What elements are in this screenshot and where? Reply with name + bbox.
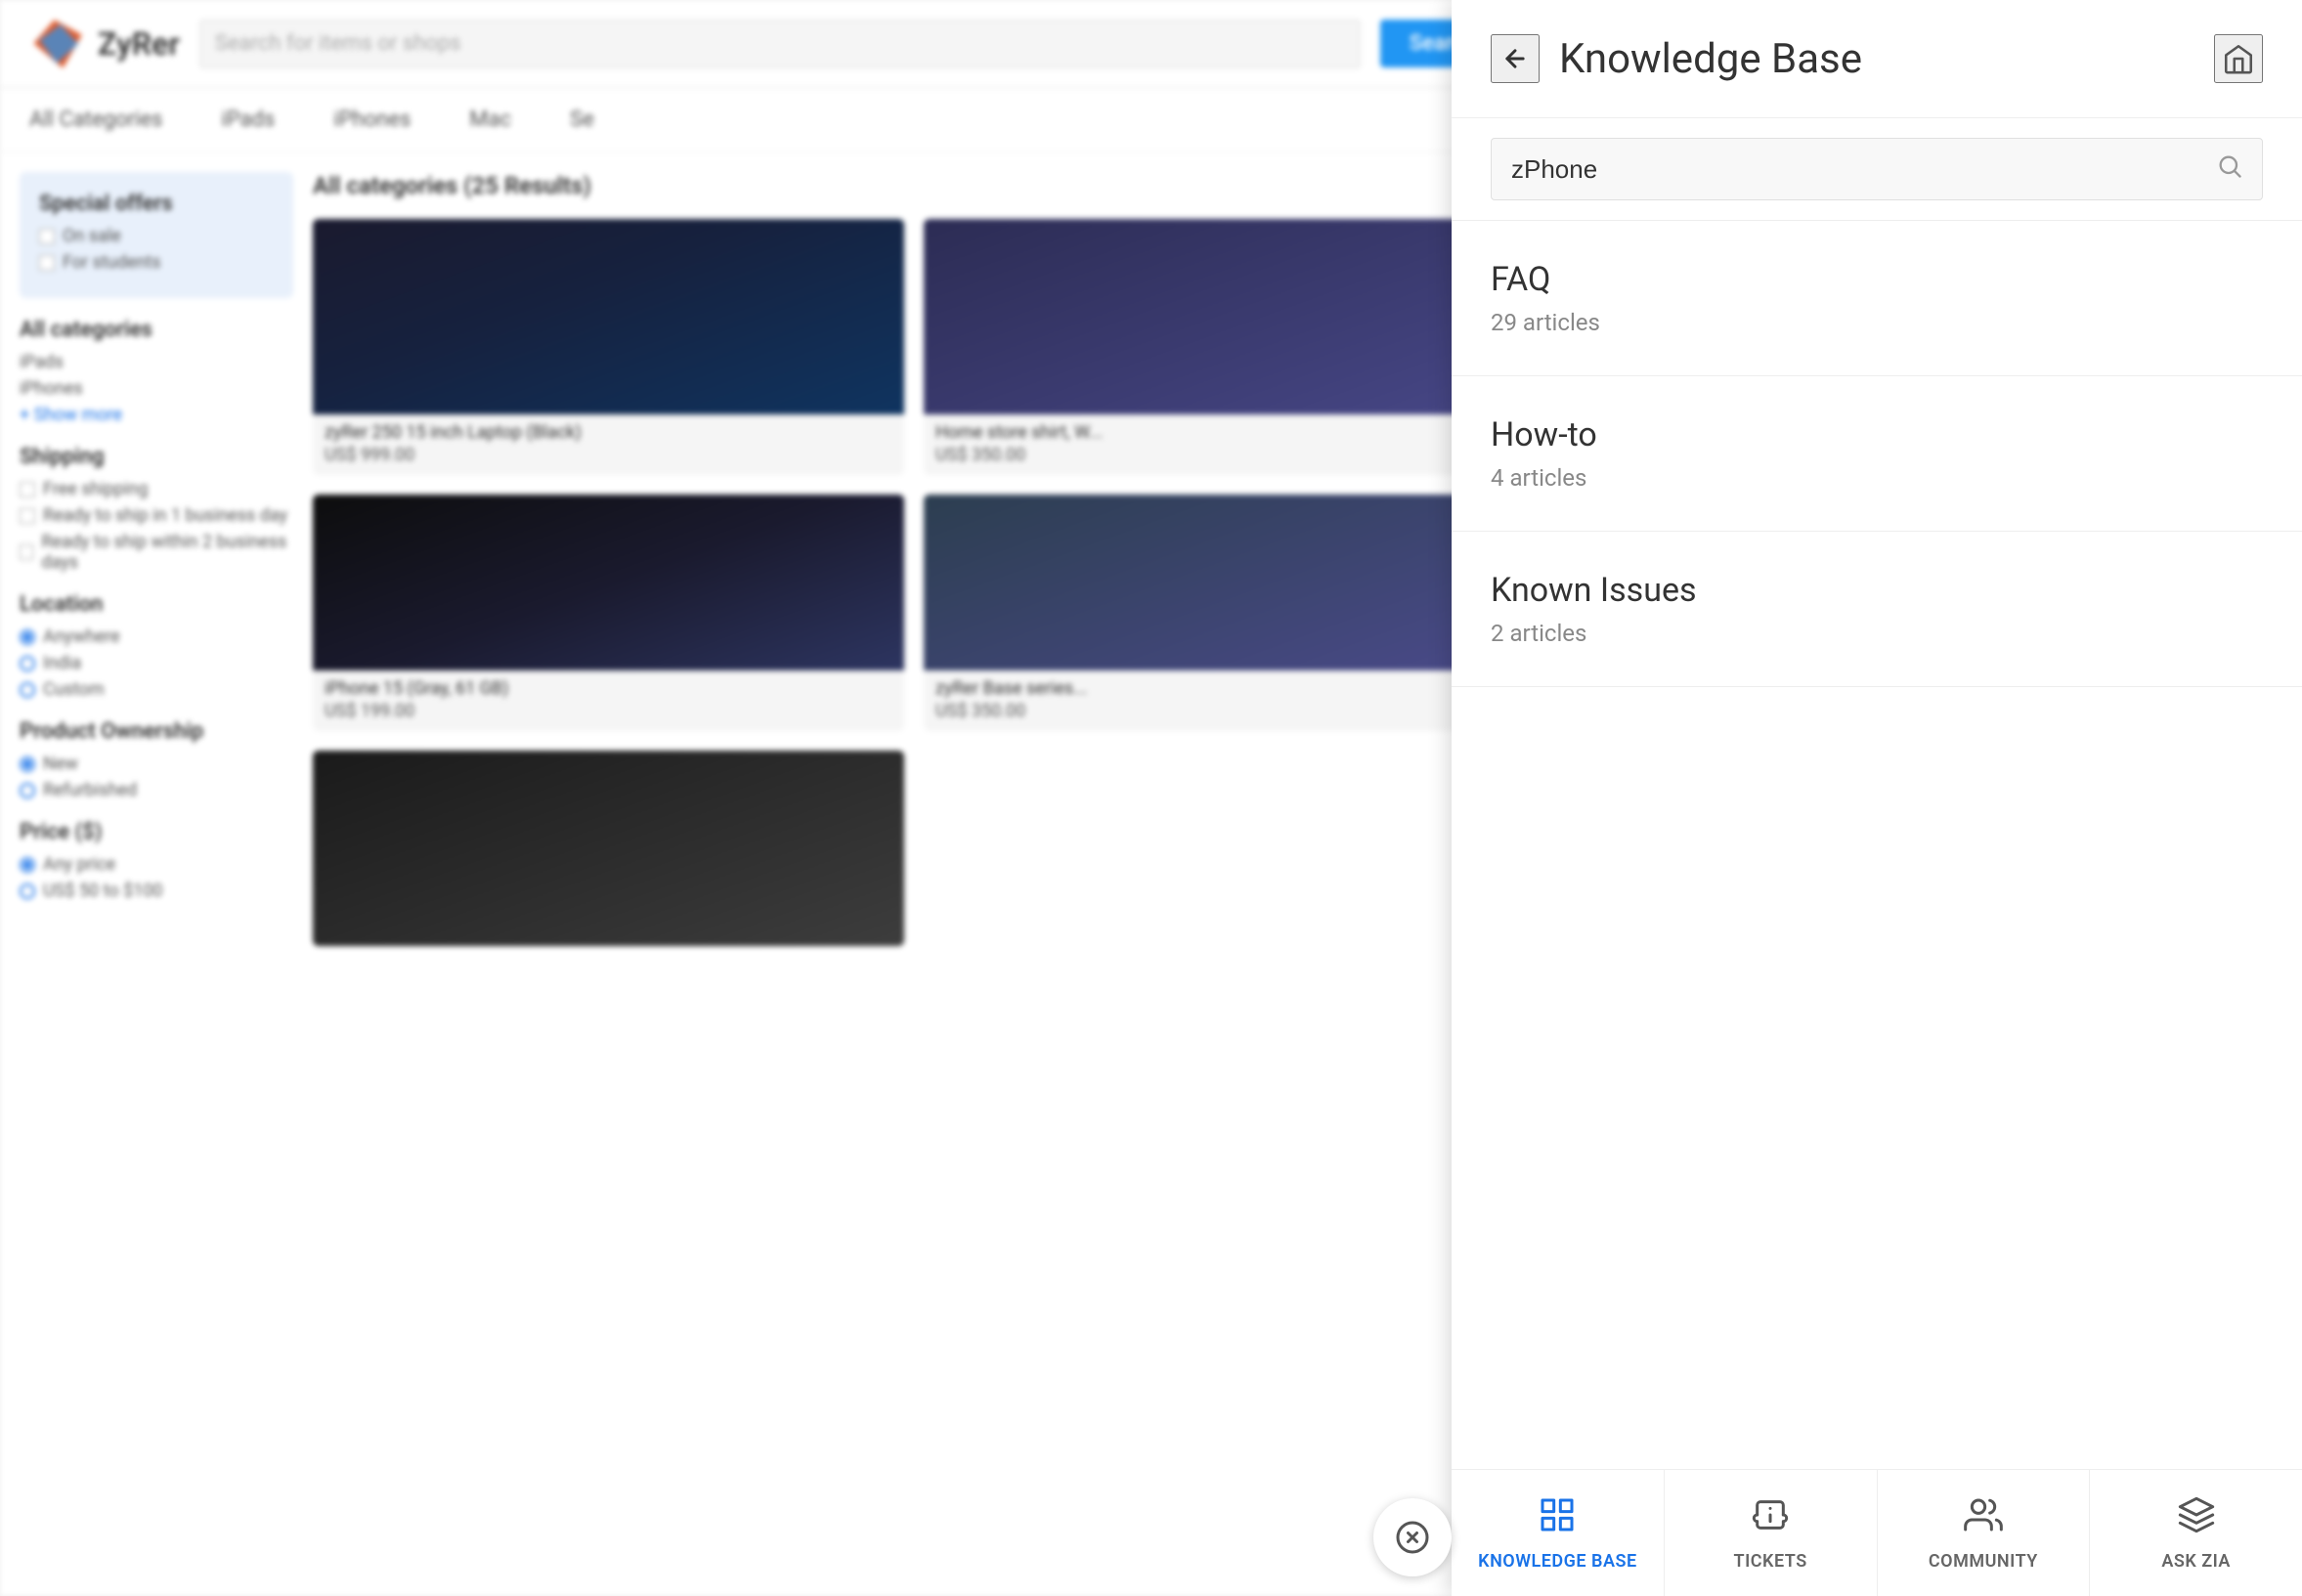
kb-category-howto-count: 4 articles [1491, 464, 2263, 492]
kb-category-known-issues[interactable]: Known Issues 2 articles [1452, 532, 2302, 687]
store-logo-text: ZyRer [98, 25, 180, 63]
nav-tab-ask-zia-label: ASK ZIA [2161, 1551, 2231, 1572]
store-content: Special offers On sale For students All … [0, 152, 1535, 966]
kb-header: Knowledge Base [1452, 0, 2302, 118]
search-icon [2216, 152, 2243, 187]
store-main-content: All categories (25 Results) zyRer 250 15… [313, 172, 1515, 946]
knowledge-base-icon [1538, 1495, 1577, 1543]
logo-area: ZyRer [29, 15, 180, 73]
nav-tab-tickets-label: TICKETS [1734, 1551, 1807, 1572]
product-card-4: zyRer Base series... US$ 350.00 [924, 495, 1515, 731]
product-card-3: iPhone 15 (Gray, 61 GB) US$ 199.00 [313, 495, 904, 731]
kb-search-container [1452, 118, 2302, 221]
bottom-nav: KNOWLEDGE BASE TICKETS [1452, 1469, 2302, 1596]
nav-ipads: iPads [221, 108, 275, 132]
nav-iphones: iPhones [333, 108, 411, 132]
home-icon [2222, 42, 2255, 75]
community-icon [1964, 1495, 2003, 1543]
store-search-bar: Search for items or shops [199, 20, 1361, 68]
logo-icon [29, 15, 88, 73]
knowledge-base-panel: Knowledge Base FAQ 29 articles [1452, 0, 2302, 1596]
store-nav-tabs: All Categories iPads iPhones Mac Se [0, 88, 1535, 152]
kb-category-known-issues-name: Known Issues [1491, 571, 2263, 610]
product-card-1: zyRer 250 15 inch Laptop (Black) US$ 999… [313, 219, 904, 475]
store-search-placeholder: Search for items or shops [215, 31, 461, 56]
nav-tab-knowledge-base-label: KNOWLEDGE BASE [1478, 1551, 1636, 1572]
nav-se: Se [570, 108, 594, 132]
kb-category-howto[interactable]: How-to 4 articles [1452, 376, 2302, 532]
product-grid: zyRer 250 15 inch Laptop (Black) US$ 999… [313, 219, 1515, 946]
tickets-icon [1751, 1495, 1790, 1543]
kb-title: Knowledge Base [1559, 35, 1862, 83]
kb-back-button[interactable] [1491, 34, 1540, 83]
nav-tab-community-label: COMMUNITY [1929, 1551, 2038, 1572]
close-button[interactable] [1373, 1498, 1452, 1576]
kb-category-howto-name: How-to [1491, 415, 2263, 454]
nav-all-categories: All Categories [29, 108, 162, 132]
nav-mac: Mac [469, 108, 511, 132]
special-offers-title: Special offers [39, 192, 274, 216]
results-title: All categories (25 Results) [313, 172, 1515, 199]
kb-category-known-issues-count: 2 articles [1491, 620, 2263, 647]
kb-search-input[interactable] [1491, 138, 2263, 200]
nav-tab-ask-zia[interactable]: ASK ZIA [2090, 1470, 2302, 1596]
kb-search-box [1491, 138, 2263, 200]
kb-category-faq-count: 29 articles [1491, 309, 2263, 336]
nav-tab-community[interactable]: COMMUNITY [1878, 1470, 2091, 1596]
kb-header-left: Knowledge Base [1491, 34, 1862, 83]
product-card-5 [313, 751, 904, 946]
kb-category-faq-name: FAQ [1491, 260, 2263, 299]
close-icon [1395, 1520, 1430, 1555]
kb-category-faq[interactable]: FAQ 29 articles [1452, 221, 2302, 376]
kb-home-button[interactable] [2214, 34, 2263, 83]
store-sidebar: Special offers On sale For students All … [20, 172, 293, 946]
kb-categories-list: FAQ 29 articles How-to 4 articles Known … [1452, 221, 2302, 1596]
back-arrow-icon [1501, 45, 1529, 72]
store-background: ZyRer Search for items or shops Search A… [0, 0, 1535, 1596]
product-card-2: Home store shirt, W... US$ 350.00 [924, 219, 1515, 475]
nav-tab-tickets[interactable]: TICKETS [1665, 1470, 1878, 1596]
store-header: ZyRer Search for items or shops Search [0, 0, 1535, 88]
ask-zia-icon [2177, 1495, 2216, 1543]
nav-tab-knowledge-base[interactable]: KNOWLEDGE BASE [1452, 1470, 1665, 1596]
